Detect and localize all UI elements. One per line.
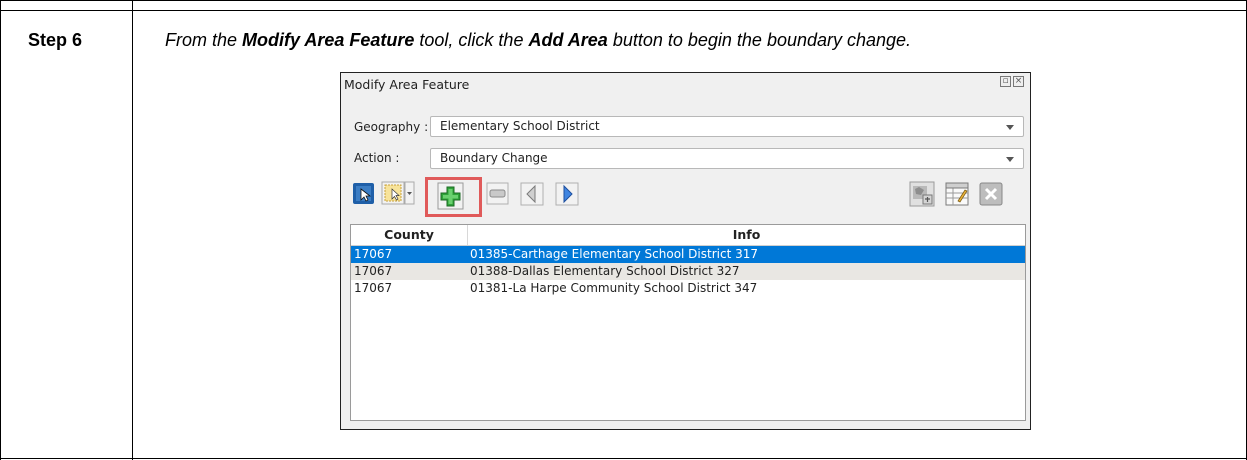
next-button[interactable] xyxy=(555,182,579,206)
step-label: Step 6 xyxy=(28,30,83,50)
remove-area-button[interactable] xyxy=(486,182,509,205)
selection-dropdown-button[interactable] xyxy=(381,181,415,205)
remove-area-icon xyxy=(486,182,509,205)
table-row[interactable]: 17067 01381-La Harpe Community School Di… xyxy=(351,280,1025,297)
geography-label: Geography : xyxy=(354,120,429,134)
selection-dropdown-icon xyxy=(381,181,415,205)
column-header-info[interactable]: Info xyxy=(468,225,1025,245)
next-icon xyxy=(555,182,579,206)
previous-icon xyxy=(520,182,544,206)
info-cell: 01381-La Harpe Community School District… xyxy=(470,281,758,295)
action-value: Boundary Change xyxy=(440,151,548,165)
table-row[interactable]: 17067 01388-Dallas Elementary School Dis… xyxy=(351,263,1025,280)
table-bottom-border xyxy=(0,458,1247,459)
map-export-icon xyxy=(909,181,935,207)
table-row[interactable]: 17067 01385-Carthage Elementary School D… xyxy=(351,246,1025,263)
modify-area-feature-dialog: Modify Area Feature ▫ × Geography : Elem… xyxy=(340,72,1031,430)
action-label: Action : xyxy=(354,151,400,165)
table-left-border xyxy=(0,0,1,460)
info-cell: 01385-Carthage Elementary School Distric… xyxy=(470,247,759,261)
table-top-border xyxy=(0,0,1247,1)
action-select[interactable]: Boundary Change xyxy=(430,148,1024,169)
table-header: County Info xyxy=(351,225,1025,246)
add-area-button[interactable] xyxy=(425,177,482,217)
county-cell: 17067 xyxy=(354,264,393,278)
step-instruction: From the Modify Area Feature tool, click… xyxy=(165,30,912,50)
select-tool-button[interactable] xyxy=(352,182,375,205)
edit-table-button[interactable] xyxy=(944,181,970,207)
select-tool-icon xyxy=(353,183,374,204)
previous-button[interactable] xyxy=(520,182,544,206)
close-icon[interactable]: × xyxy=(1013,76,1024,87)
table-row-divider xyxy=(0,10,1247,11)
chevron-down-icon xyxy=(1006,125,1014,130)
geography-select[interactable]: Elementary School District xyxy=(430,116,1024,137)
dialog-window-controls: ▫ × xyxy=(1000,76,1024,87)
table-column-divider xyxy=(132,0,133,460)
results-table[interactable]: County Info 17067 01385-Carthage Element… xyxy=(350,224,1026,421)
edit-table-icon xyxy=(945,182,969,206)
geography-value: Elementary School District xyxy=(440,119,600,133)
column-header-county[interactable]: County xyxy=(351,225,468,245)
county-cell: 17067 xyxy=(354,247,393,261)
dialog-title: Modify Area Feature xyxy=(344,77,470,92)
info-cell: 01388-Dallas Elementary School District … xyxy=(470,264,740,278)
add-area-icon xyxy=(437,182,464,210)
county-cell: 17067 xyxy=(354,281,393,295)
close-x-button[interactable] xyxy=(978,181,1004,207)
float-icon[interactable]: ▫ xyxy=(1000,76,1011,87)
chevron-down-icon xyxy=(1006,157,1014,162)
map-export-button[interactable] xyxy=(909,181,935,207)
close-x-icon xyxy=(979,182,1003,206)
